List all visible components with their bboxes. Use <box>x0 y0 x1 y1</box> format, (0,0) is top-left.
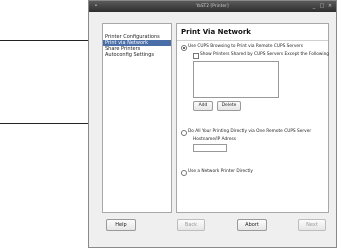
abort-button[interactable]: Abort <box>237 219 267 231</box>
minimize-icon[interactable]: _ <box>311 3 317 9</box>
delete-button[interactable]: Delete <box>217 101 241 111</box>
checkbox-except-servers-label: Show Printers Shared by CUPS Servers Exc… <box>200 52 330 57</box>
radio-direct-server[interactable] <box>181 130 187 136</box>
window-title: YaST2 [Printer] <box>196 3 229 8</box>
sidebar-list: Printer Configurations Print via Network… <box>102 23 172 213</box>
yast-printer-window: • YaST2 [Printer] _ □ × Printer Configur… <box>88 0 337 248</box>
radio-direct-server-label: Do All Your Printing Directly via One Re… <box>188 129 312 134</box>
close-icon[interactable]: × <box>327 3 333 9</box>
maximize-icon[interactable]: □ <box>319 3 325 9</box>
radio-network-printer-label: Use a Network Printer Directly <box>188 169 253 174</box>
back-button[interactable]: Back <box>177 219 205 231</box>
except-servers-list[interactable] <box>193 61 279 98</box>
hostname-label: Hostname/IP Adress <box>193 137 237 142</box>
window-titlebar: • YaST2 [Printer] _ □ × <box>89 1 336 12</box>
title-divider <box>177 40 328 41</box>
radio-network-printer[interactable] <box>181 170 187 176</box>
hostname-input[interactable] <box>193 144 227 152</box>
radio-cups-browsing[interactable] <box>181 45 187 51</box>
sidebar-item-autoconfig-settings[interactable]: Autoconfig Settings <box>103 52 171 58</box>
radio-cups-browsing-label: Use CUPS Browsing to Print via Remote CU… <box>188 44 304 49</box>
callout-line-middle <box>0 123 99 124</box>
main-panel: Print Via Network Use CUPS Browsing to P… <box>176 23 329 213</box>
next-button[interactable]: Next <box>298 219 326 231</box>
checkbox-except-servers[interactable] <box>193 53 199 59</box>
help-button[interactable]: Help <box>106 219 136 231</box>
add-button[interactable]: Add <box>193 101 213 111</box>
callout-line-top <box>0 40 99 41</box>
page-title: Print Via Network <box>181 28 251 36</box>
